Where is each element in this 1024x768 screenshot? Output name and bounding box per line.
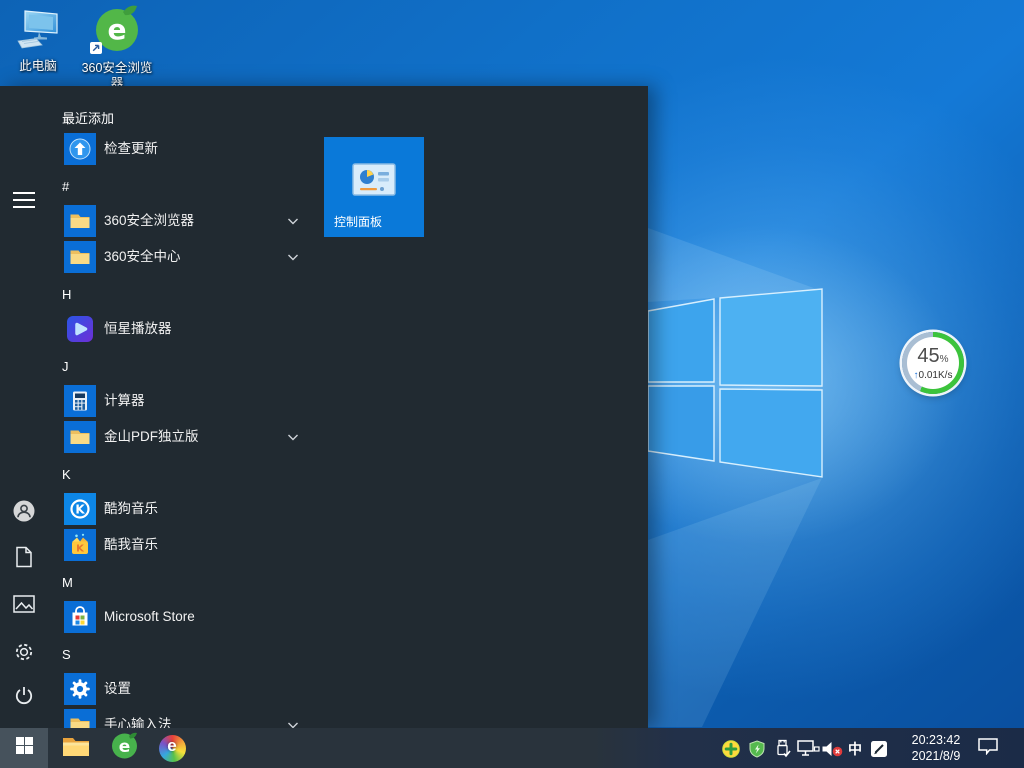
section-header-12[interactable]: M bbox=[62, 575, 262, 595]
section-header-1[interactable]: # bbox=[62, 179, 262, 199]
net-percent-unit: % bbox=[940, 354, 949, 365]
start-app-row-16[interactable]: 手心输入法 bbox=[0, 707, 324, 728]
ink-workspace-tray-icon[interactable] bbox=[869, 739, 888, 758]
net-speed-widget-face: 45% ↑0.01K/s bbox=[907, 337, 959, 389]
app-label: 360安全中心 bbox=[104, 239, 181, 275]
recent-added-header: 最近添加 bbox=[62, 108, 114, 127]
settings-icon bbox=[64, 673, 96, 705]
section-header-9[interactable]: K bbox=[62, 467, 262, 487]
svg-text:e: e bbox=[108, 13, 127, 46]
store-icon bbox=[64, 601, 96, 633]
app-label: 设置 bbox=[104, 671, 131, 707]
start-menu: 最近添加 检查更新 #360安全浏览器360安全中心 H 恒星播放器 J 计算器金山PDF… bbox=[0, 86, 648, 728]
network-tray-icon[interactable] bbox=[796, 740, 820, 757]
svg-text:K: K bbox=[76, 544, 85, 555]
windows-logo-icon bbox=[16, 737, 33, 759]
section-header-6[interactable]: J bbox=[62, 359, 262, 379]
net-speed-widget[interactable]: 45% ↑0.01K/s bbox=[902, 332, 964, 394]
file-explorer-icon bbox=[62, 734, 90, 762]
360-speed-browser-icon: e bbox=[159, 735, 186, 762]
start-app-row-5[interactable]: 恒星播放器 bbox=[0, 311, 324, 347]
360-speed-browser-button[interactable]: e bbox=[148, 728, 196, 768]
svg-text:K: K bbox=[75, 503, 85, 517]
desktop-icon-this-pc[interactable]: 此电脑 bbox=[6, 8, 70, 74]
start-app-row-15[interactable]: 设置 bbox=[0, 671, 324, 707]
shortcut-arrow-icon bbox=[90, 41, 102, 59]
ime-language-indicator[interactable]: 中 bbox=[845, 739, 865, 758]
360-safeguard-tray-icon[interactable] bbox=[747, 739, 766, 758]
usb-eject-tray-icon[interactable] bbox=[773, 738, 792, 758]
app-label: 酷狗音乐 bbox=[104, 491, 158, 527]
start-app-row-3[interactable]: 360安全中心 bbox=[0, 239, 324, 275]
this-pc-icon bbox=[16, 8, 60, 57]
control-panel-icon bbox=[352, 163, 396, 202]
start-app-row-2[interactable]: 360安全浏览器 bbox=[0, 203, 324, 239]
app-label: 酷我音乐 bbox=[104, 527, 158, 563]
start-app-row-0[interactable]: 检查更新 bbox=[0, 131, 324, 167]
desktop-icon-label: 此电脑 bbox=[6, 59, 70, 74]
volume-muted-tray-icon[interactable] bbox=[820, 740, 844, 757]
app-label: 手心输入法 bbox=[104, 707, 172, 728]
app-label: Microsoft Store bbox=[104, 599, 195, 635]
start-app-row-8[interactable]: 金山PDF独立版 bbox=[0, 419, 324, 455]
clock-time: 20:23:42 bbox=[900, 732, 972, 748]
file-explorer-button[interactable] bbox=[52, 728, 100, 768]
start-app-row-7[interactable]: 计算器 bbox=[0, 383, 324, 419]
player-icon bbox=[64, 313, 96, 345]
notification-center-button[interactable] bbox=[976, 739, 1000, 758]
start-app-list: 最近添加 检查更新 #360安全浏览器360安全中心 H 恒星播放器 J 计算器金山PDF… bbox=[0, 86, 324, 728]
notification-center-icon bbox=[977, 737, 999, 760]
chevron-down-icon[interactable] bbox=[286, 250, 300, 264]
folder-icon bbox=[64, 421, 96, 453]
folder-icon bbox=[64, 709, 96, 728]
chevron-down-icon[interactable] bbox=[286, 718, 300, 728]
chevron-down-icon[interactable] bbox=[286, 214, 300, 228]
svg-text:e: e bbox=[118, 737, 130, 757]
tile-label: 控制面板 bbox=[334, 213, 382, 230]
kuwo-icon: K bbox=[64, 529, 96, 561]
desktop-icon-360-browser[interactable]: e 360安全浏览器 bbox=[78, 2, 156, 91]
taskbar-clock[interactable]: 20:23:42 2021/8/9 bbox=[900, 732, 972, 764]
net-percent: 45 bbox=[917, 345, 939, 367]
start-button[interactable] bbox=[0, 728, 48, 768]
taskbar: e e bbox=[0, 728, 1024, 768]
app-label: 检查更新 bbox=[104, 131, 158, 167]
app-label: 金山PDF独立版 bbox=[104, 419, 199, 455]
360-browser-icon: e bbox=[92, 2, 142, 59]
app-label: 360安全浏览器 bbox=[104, 203, 194, 239]
section-header-4[interactable]: H bbox=[62, 287, 262, 307]
tile-control-panel[interactable]: 控制面板 bbox=[324, 137, 424, 237]
start-app-row-10[interactable]: K 酷狗音乐 bbox=[0, 491, 324, 527]
net-speed-value: 0.01K/s bbox=[919, 370, 953, 381]
calculator-icon bbox=[64, 385, 96, 417]
clock-date: 2021/8/9 bbox=[900, 748, 972, 764]
chevron-down-icon[interactable] bbox=[286, 430, 300, 444]
section-header-14[interactable]: S bbox=[62, 647, 262, 667]
360-safe-browser-icon: e bbox=[111, 732, 138, 764]
360-safe-browser-button[interactable]: e bbox=[100, 728, 148, 768]
app-label: 计算器 bbox=[104, 383, 145, 419]
update-icon bbox=[64, 133, 96, 165]
360-antivirus-tray-icon[interactable] bbox=[721, 739, 740, 758]
start-app-row-13[interactable]: Microsoft Store bbox=[0, 599, 324, 635]
kugou-icon: K bbox=[64, 493, 96, 525]
app-label: 恒星播放器 bbox=[104, 311, 172, 347]
folder-icon bbox=[64, 241, 96, 273]
folder-icon bbox=[64, 205, 96, 237]
start-app-row-11[interactable]: K 酷我音乐 bbox=[0, 527, 324, 563]
